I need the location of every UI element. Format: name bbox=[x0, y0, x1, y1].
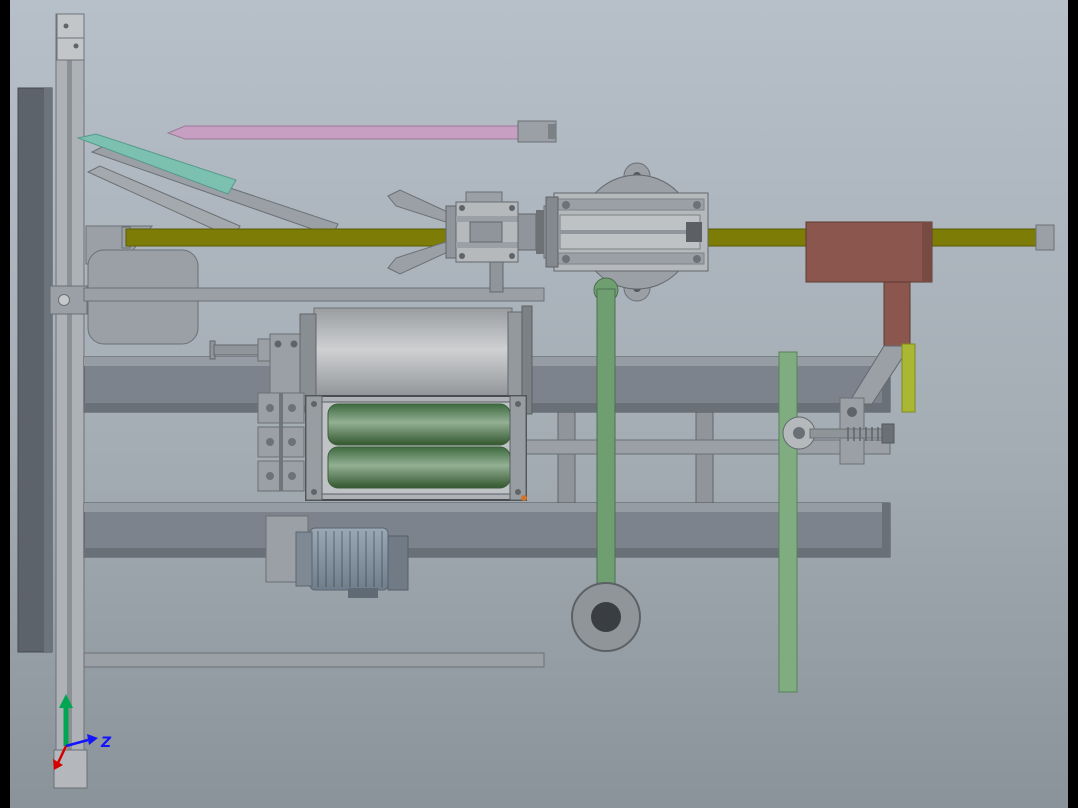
bolt bbox=[274, 340, 282, 348]
threaded-rod bbox=[279, 393, 283, 491]
bolt bbox=[288, 472, 296, 480]
bolt bbox=[63, 23, 69, 29]
shaft-right-cap bbox=[1035, 224, 1055, 251]
guide-rail-bottom bbox=[557, 252, 705, 265]
rail-groove bbox=[67, 14, 72, 786]
motor-front-cap bbox=[295, 531, 313, 587]
orange-marker bbox=[521, 495, 527, 501]
piston-centerline bbox=[560, 230, 700, 234]
body-rail bbox=[456, 216, 518, 222]
bolt bbox=[693, 201, 701, 209]
beam-top-face bbox=[84, 503, 890, 512]
bolt bbox=[311, 401, 317, 407]
bolt bbox=[459, 253, 465, 259]
mid-rail[interactable] bbox=[519, 439, 891, 455]
letterbox-right bbox=[1068, 0, 1078, 808]
bolt bbox=[515, 401, 521, 407]
beam-end-cap bbox=[882, 503, 890, 557]
brown-block-edge bbox=[922, 222, 932, 282]
upper-cross-beam[interactable] bbox=[83, 287, 545, 302]
support-column-right[interactable] bbox=[778, 351, 798, 693]
bolt bbox=[693, 255, 701, 263]
gripper-center-block bbox=[469, 221, 503, 243]
bracket-roller bbox=[58, 294, 70, 306]
brown-block bbox=[805, 221, 933, 283]
cad-viewport[interactable]: Z bbox=[0, 0, 1078, 808]
bolt bbox=[562, 255, 570, 263]
assembly-drawing[interactable]: Z bbox=[0, 0, 1078, 808]
motor-foot bbox=[348, 588, 378, 598]
drum-left-cap bbox=[299, 313, 317, 407]
end-block bbox=[686, 222, 702, 242]
pink-arm[interactable] bbox=[166, 125, 541, 140]
back-panel-edge bbox=[44, 88, 52, 652]
gripper-top-tab bbox=[465, 191, 503, 203]
bolt bbox=[288, 404, 296, 412]
roller-box[interactable] bbox=[305, 395, 527, 501]
belt-strip[interactable] bbox=[901, 343, 916, 413]
cylinder-left-cap bbox=[545, 196, 559, 268]
main-beam-lower[interactable] bbox=[83, 502, 891, 558]
bearing-stack[interactable] bbox=[257, 392, 305, 492]
bolt bbox=[509, 253, 515, 259]
screw-nut bbox=[881, 423, 895, 444]
support-post-right[interactable] bbox=[695, 409, 714, 507]
bolt bbox=[290, 340, 298, 348]
bolt bbox=[288, 438, 296, 446]
lower-cross-beam[interactable] bbox=[83, 652, 545, 668]
housing-left-plate bbox=[305, 395, 323, 501]
letterbox-left bbox=[0, 0, 10, 808]
green-roller-upper bbox=[327, 403, 511, 446]
bolt bbox=[266, 472, 274, 480]
axis-label-z: Z bbox=[100, 735, 112, 751]
bolt bbox=[266, 438, 274, 446]
shaft-coupler bbox=[517, 213, 537, 251]
lead-screw bbox=[809, 428, 885, 439]
brown-arm bbox=[883, 281, 911, 349]
clamp-jaw bbox=[548, 124, 556, 139]
housing-right-plate bbox=[509, 395, 527, 501]
rail-foot-block bbox=[53, 749, 88, 789]
bolt bbox=[509, 205, 515, 211]
pink-arm-end-clamp[interactable] bbox=[517, 120, 557, 143]
body-rail bbox=[456, 242, 518, 248]
support-post-left[interactable] bbox=[557, 409, 576, 507]
bolt bbox=[266, 404, 274, 412]
rail-top-bracket bbox=[56, 13, 85, 61]
bolt bbox=[847, 407, 857, 417]
coupler-ring bbox=[536, 210, 544, 254]
bolt bbox=[311, 489, 317, 495]
bolt bbox=[459, 205, 465, 211]
bearing-hub bbox=[793, 427, 805, 439]
guide-rail-top bbox=[557, 198, 705, 211]
green-roller-lower bbox=[327, 446, 511, 489]
bolt bbox=[562, 201, 570, 209]
claw-crossbar bbox=[445, 205, 457, 259]
bolt bbox=[73, 43, 79, 49]
column-rod bbox=[596, 288, 616, 586]
motor-gearbox bbox=[387, 535, 409, 591]
beam-bottom-face bbox=[84, 548, 890, 557]
bolt bbox=[515, 489, 521, 495]
pipe-bore bbox=[591, 602, 621, 632]
